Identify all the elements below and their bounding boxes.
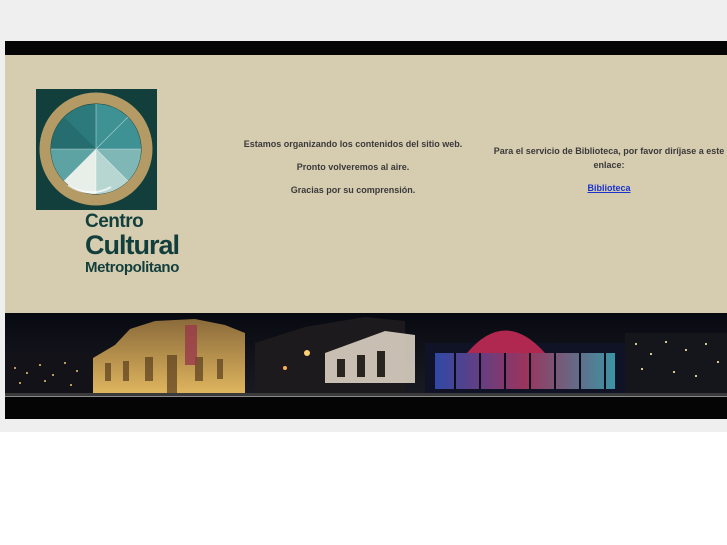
top-black-bar <box>5 41 727 55</box>
logo-line-3: Metropolitano <box>85 259 179 276</box>
message-line-2: Pronto volveremos al aire. <box>296 162 410 172</box>
site-frame: Centro Cultural Metropolitano Estamos or… <box>5 41 727 419</box>
logo-wordmark: Centro Cultural Metropolitano <box>85 211 180 276</box>
bottom-black-bar <box>5 396 727 419</box>
maintenance-message: Estamos organizando los contenidos del s… <box>233 139 473 208</box>
logo-line-2: Cultural <box>85 230 180 260</box>
library-link[interactable]: Biblioteca <box>587 181 630 195</box>
library-text: Para el servicio de Biblioteca, por favo… <box>493 146 725 170</box>
night-city-photo <box>5 313 727 396</box>
message-line-3: Gracias por su comprensión. <box>290 185 416 195</box>
message-line-1: Estamos organizando los contenidos del s… <box>243 139 463 149</box>
content-panel: Centro Cultural Metropolitano Estamos or… <box>5 55 727 313</box>
sun-circle-logo-icon <box>36 89 157 210</box>
library-notice: Para el servicio de Biblioteca, por favo… <box>491 144 727 195</box>
logo-line-1: Centro <box>85 211 144 232</box>
